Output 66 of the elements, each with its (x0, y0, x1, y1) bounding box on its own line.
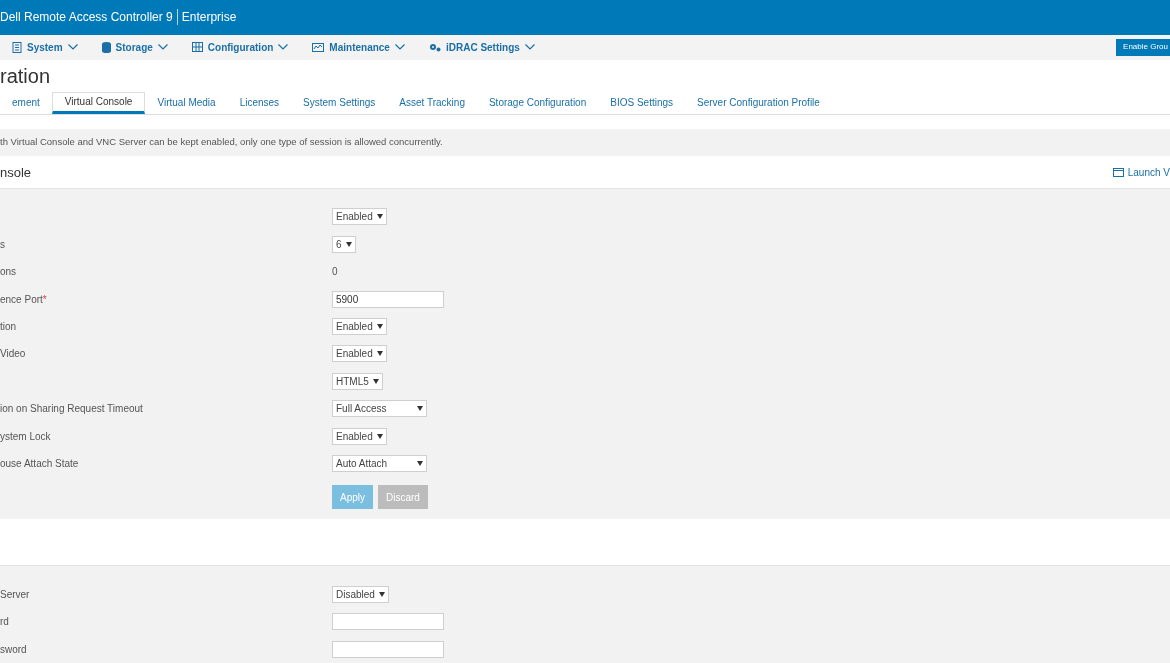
field-label: Server (0, 589, 30, 600)
dropdown[interactable]: Enabled (332, 345, 387, 363)
dropdown[interactable]: Auto Attach (332, 454, 427, 472)
input-field[interactable] (332, 640, 444, 658)
dropdown[interactable]: Enabled (332, 427, 387, 445)
field-label: ouse Attach State (0, 457, 79, 469)
field-label: ystem Lock (0, 430, 51, 442)
dropdown-arrow-icon (417, 406, 423, 412)
nav-menu[interactable]: Maintenance (312, 39, 405, 55)
field-label: ion on Sharing Request Timeout (0, 403, 143, 415)
dropdown-arrow-icon (372, 378, 379, 384)
grid-icon (191, 42, 203, 53)
dropdown-arrow-icon (376, 433, 383, 439)
notice-text: th Virtual Console and VNC Server can be kept enabled, only one type of session is allowed concurrently. (0, 135, 443, 150)
dropdown-arrow-icon (376, 324, 383, 329)
field-label: s (0, 238, 5, 250)
page-title: ration (0, 63, 52, 89)
tab[interactable]: Storage Configuration (476, 91, 599, 114)
tab[interactable]: BIOS Settings (598, 91, 686, 114)
dropdown-arrow-icon (417, 460, 423, 466)
dropdown-arrow-icon (376, 214, 383, 220)
input-field[interactable]: 5900 (332, 290, 444, 308)
section-title: nsole (0, 163, 32, 182)
field-label: sword (0, 643, 27, 655)
field-label: tion (0, 321, 17, 332)
enable-group-button[interactable]: Enable Grou (1116, 38, 1170, 56)
server-icon (12, 41, 22, 53)
tab[interactable]: Server Configuration Profile (685, 91, 832, 114)
tab[interactable]: Licenses (227, 91, 292, 114)
nav-menu[interactable]: Configuration (191, 39, 289, 55)
dropdown[interactable]: Disabled (332, 586, 389, 603)
tab[interactable]: Asset Tracking (387, 91, 477, 114)
field-label: ons (0, 266, 17, 278)
dropdown-arrow-icon (376, 351, 383, 357)
chevron-down-icon (524, 44, 535, 51)
nav-menu[interactable]: Storage (101, 39, 168, 55)
dropdown[interactable]: Enabled (332, 318, 387, 335)
tab[interactable]: Virtual Media (145, 91, 228, 114)
dropdown[interactable]: 6 (332, 235, 356, 253)
nav-menu[interactable]: iDRAC Settings (428, 39, 535, 55)
dropdown[interactable]: Full Access (332, 400, 427, 418)
input-field[interactable] (332, 613, 444, 631)
gears-icon (428, 42, 441, 52)
tab[interactable]: System Settings (291, 91, 388, 114)
monitor-icon (312, 42, 325, 52)
tab[interactable]: ement (0, 91, 52, 114)
chevron-down-icon (157, 44, 168, 51)
launch-link[interactable]: Launch V (1112, 164, 1170, 180)
nav-menu[interactable]: System (12, 39, 78, 55)
chevron-down-icon (394, 44, 405, 51)
dropdown-arrow-icon (345, 241, 352, 247)
tab[interactable]: Virtual Console (51, 91, 146, 114)
field-label: ence Port (0, 293, 43, 305)
database-icon (101, 41, 111, 53)
chevron-down-icon (67, 44, 78, 51)
field-label: rd (0, 616, 9, 628)
dropdown[interactable]: HTML5 (332, 372, 383, 390)
dropdown[interactable]: Enabled (332, 208, 387, 226)
edition-label: Enterprise (181, 9, 237, 27)
field-label: Video (0, 348, 26, 360)
chevron-down-icon (278, 44, 289, 51)
app-title: Dell Remote Access Controller 9 (0, 9, 173, 27)
required-mark: * (42, 293, 47, 305)
value-text: 0 (332, 265, 338, 280)
window-icon (1112, 167, 1124, 177)
dropdown-arrow-icon (378, 592, 385, 597)
